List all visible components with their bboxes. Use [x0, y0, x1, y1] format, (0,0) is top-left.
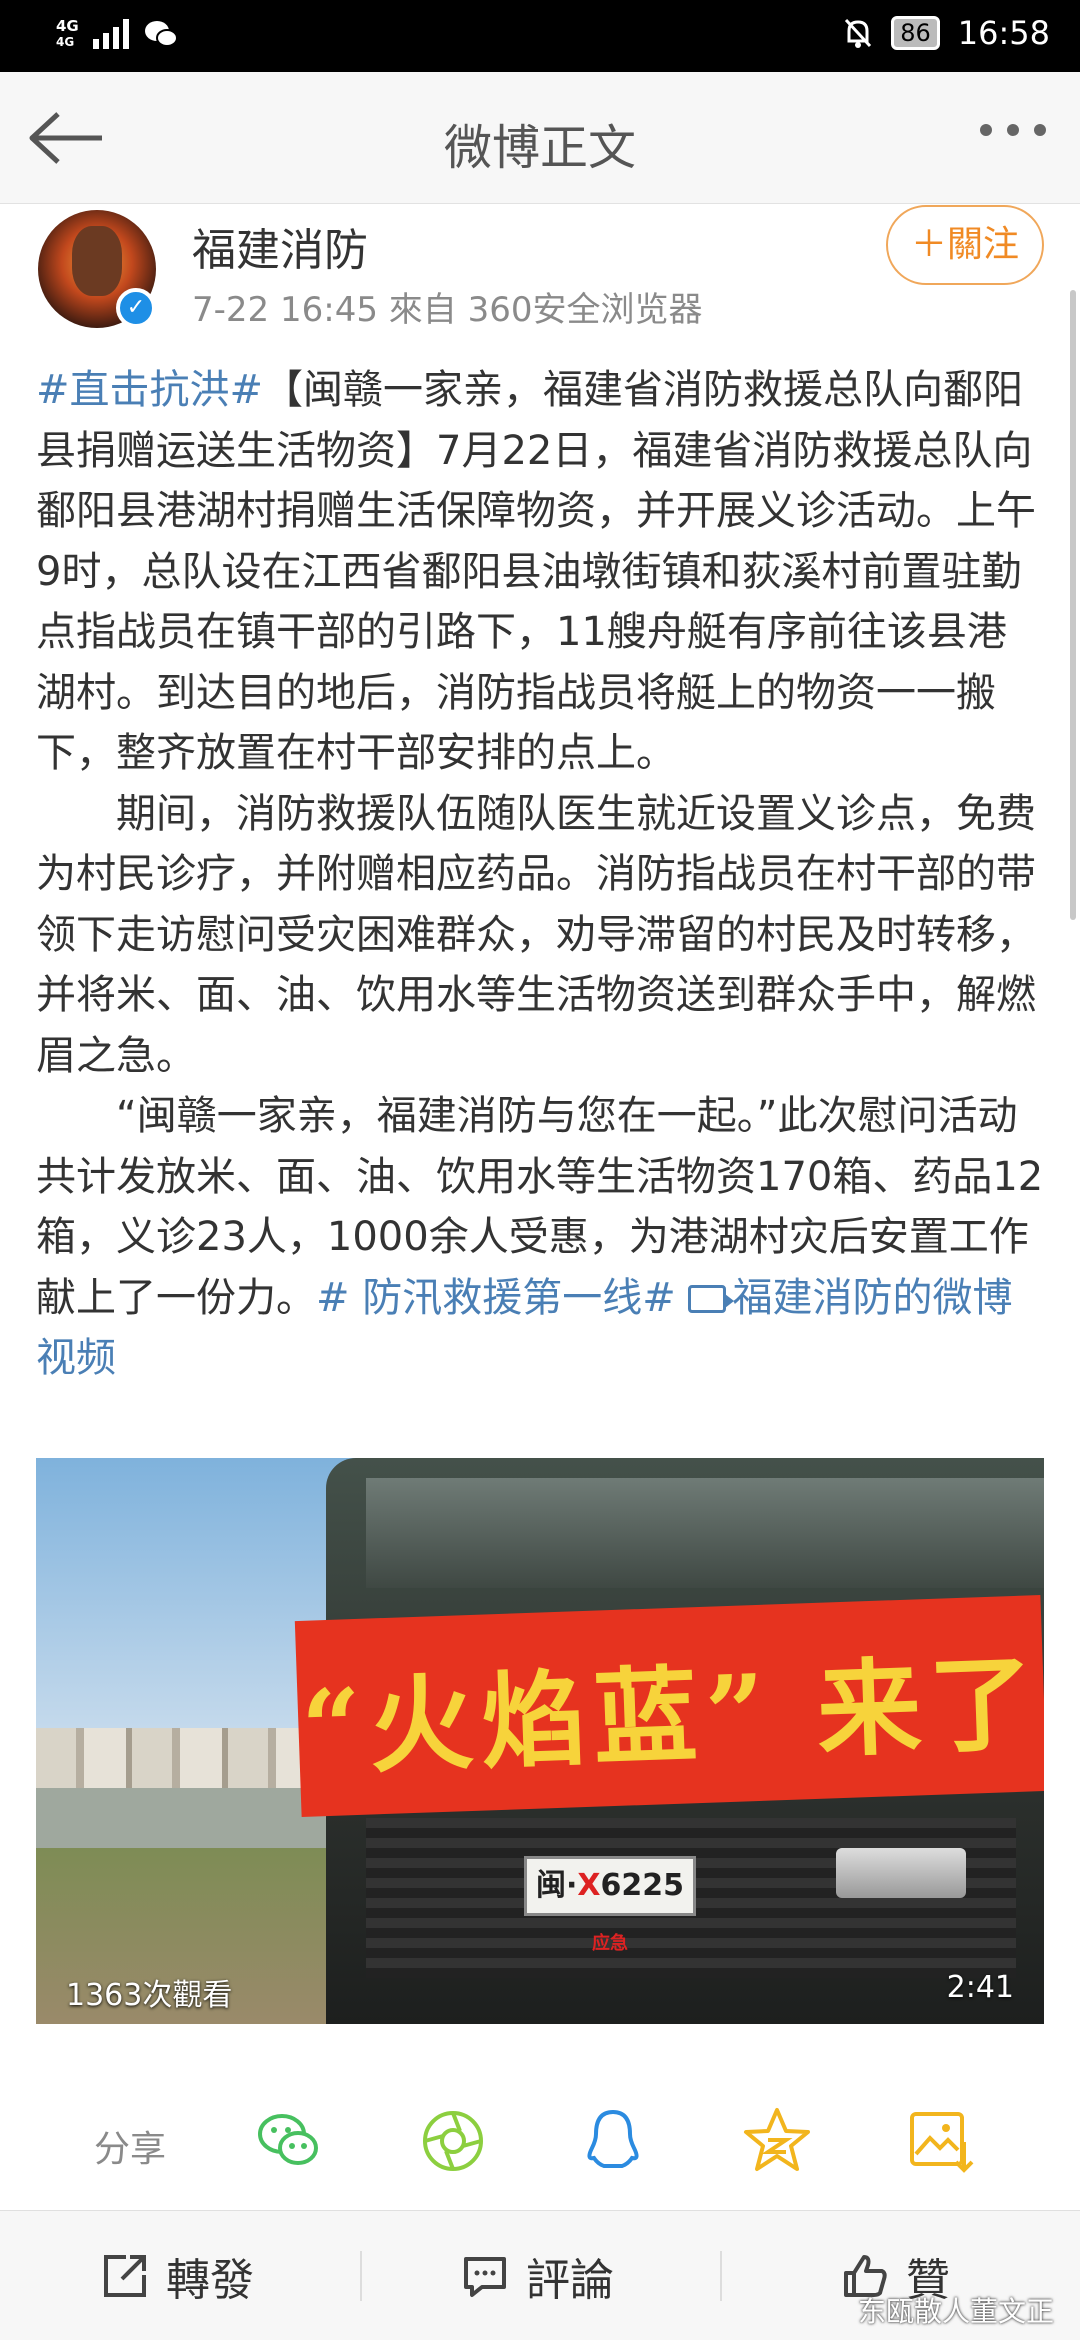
page-title: 微博正文 [443, 120, 636, 176]
network-sub: 4G [56, 35, 75, 49]
video-headlight [836, 1848, 966, 1898]
author-name[interactable]: 福建消防 [192, 214, 368, 278]
wechat-notification-icon [144, 21, 178, 47]
video-player[interactable]: “火焰蓝” 来了 闽·X6225 应急 1363次觀看 2:41 [36, 1458, 1044, 2024]
comment-icon [464, 2257, 506, 2297]
moments-icon[interactable] [418, 2106, 488, 2176]
plate-letter: X [577, 1868, 601, 1903]
post-meta: 7-22 16:45 來自 360安全浏览器 [192, 290, 703, 330]
bottom-separator [360, 2251, 362, 2301]
avatar-figure [72, 226, 122, 296]
plate-suffix: 应急 [592, 1933, 628, 1954]
paragraph-1-text: 【闽赣一家亲，福建省消防救援总队向鄱阳县捐赠运送生活物资】7月22日，福建省消防… [36, 367, 1036, 776]
battery-indicator: 86 [891, 16, 940, 50]
status-left: 4G 4G [56, 18, 179, 50]
follow-button[interactable]: ＋關注 [886, 205, 1044, 285]
paragraph-3: “闽赣一家亲，福建消防与您在一起。”此次慰问活动共计发放米、面、油、饮用水等生活… [36, 1086, 1046, 1389]
wechat-icon[interactable] [254, 2106, 324, 2176]
plate-number: 6225 [600, 1868, 685, 1903]
signal-icon [92, 19, 129, 49]
repost-button[interactable]: 轉發 [100, 2211, 254, 2340]
comment-label: 評論 [526, 2255, 614, 2306]
status-bar: 4G 4G 86 16:58 [0, 0, 1080, 72]
share-label: 分享 [94, 2129, 167, 2170]
topic-link-rescue[interactable]: # 防汛救援第一线# [316, 1275, 676, 1321]
network-type: 4G [56, 17, 79, 35]
qzone-icon[interactable] [742, 2106, 812, 2176]
license-plate: 闽·X6225 应急 [524, 1856, 696, 1954]
video-banner: “火焰蓝” 来了 [294, 1595, 1044, 1817]
repost-label: 轉發 [166, 2255, 254, 2306]
video-banner-text: “火焰蓝” 来了 [299, 1640, 1044, 1790]
post-body: #直击抗洪#【闽赣一家亲，福建省消防救援总队向鄱阳县捐赠运送生活物资】7月22日… [36, 360, 1046, 1389]
plate-prefix: 闽· [535, 1868, 578, 1903]
scrollbar[interactable] [1070, 290, 1076, 920]
topic-link-flood[interactable]: #直击抗洪# [36, 367, 263, 413]
verified-badge-icon: ✓ [116, 288, 156, 328]
repost-icon [104, 2255, 146, 2297]
qq-icon[interactable] [578, 2106, 648, 2176]
nav-header: 微博正文 [0, 72, 1080, 204]
status-right: 86 16:58 [843, 14, 1050, 52]
video-link-icon [688, 1284, 735, 1313]
network-indicator: 4G 4G [56, 18, 79, 50]
paragraph-1: #直击抗洪#【闽赣一家亲，福建省消防救援总队向鄱阳县捐赠运送生活物资】7月22日… [36, 360, 1046, 784]
video-view-count: 1363次觀看 [66, 1978, 233, 2013]
video-duration: 2:41 [946, 1970, 1014, 2005]
mute-bell-icon [845, 18, 872, 48]
watermark: 东瓯散人董文正 [857, 2295, 1054, 2328]
comment-button[interactable]: 評論 [460, 2211, 614, 2340]
save-image-icon[interactable] [906, 2106, 976, 2176]
more-options-icon[interactable] [980, 124, 1046, 136]
paragraph-2: 期间，消防救援队伍随队医生就近设置义诊点，免费为村民诊疗，并附赠相应药品。消防指… [36, 790, 1036, 1079]
bottom-separator [720, 2251, 722, 2301]
video-windshield [366, 1478, 1044, 1588]
clock: 16:58 [957, 14, 1050, 52]
share-row: 分享 [0, 2090, 1080, 2190]
